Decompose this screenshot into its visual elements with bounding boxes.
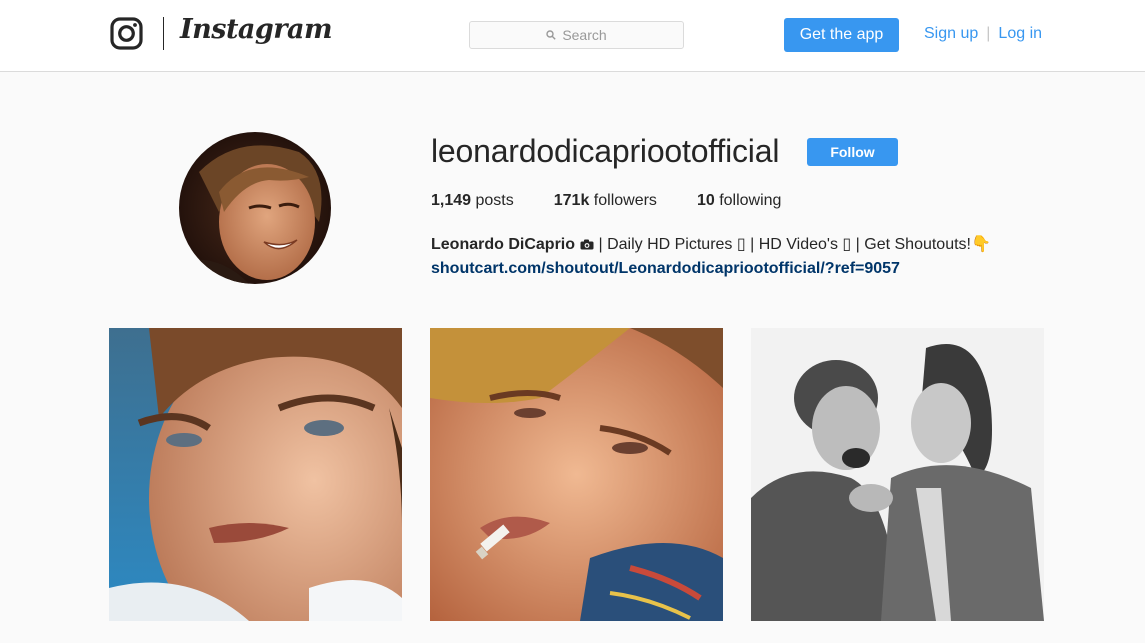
- log-in-link[interactable]: Log in: [998, 25, 1042, 43]
- following-label: following: [719, 192, 782, 209]
- profile-bio: Leonardo DiCaprio | Daily HD Pictures ▯ …: [431, 233, 991, 281]
- post-thumbnail-2[interactable]: [430, 328, 723, 621]
- get-the-app-button[interactable]: Get the app: [784, 18, 899, 52]
- camera-emoji-icon: [580, 239, 594, 250]
- followers-count: 171k: [553, 192, 590, 209]
- auth-links: Sign up | Log in: [924, 25, 1042, 43]
- sign-up-link[interactable]: Sign up: [924, 25, 978, 43]
- follow-button[interactable]: Follow: [807, 138, 898, 166]
- instagram-camera-icon[interactable]: [110, 17, 143, 50]
- search-placeholder: Search: [562, 27, 607, 43]
- posts-label: posts: [475, 192, 514, 209]
- auth-separator: |: [986, 25, 991, 42]
- followers-label: followers: [593, 192, 657, 209]
- following-count: 10: [696, 192, 715, 209]
- search-icon: [546, 30, 557, 40]
- profile-username: leonardodicapriootofficial: [431, 133, 780, 169]
- search-input[interactable]: Search: [469, 21, 684, 49]
- profile-avatar: [179, 132, 331, 284]
- instagram-wordmark[interactable]: Instagram: [180, 14, 333, 45]
- top-navigation-bar: Instagram Search Get the app Sign up | L…: [0, 0, 1145, 72]
- profile-stats: 1,149 posts 171k followers 10 following: [431, 192, 821, 210]
- profile-full-name: Leonardo DiCaprio: [431, 236, 576, 253]
- following-stat[interactable]: 10 following: [697, 192, 782, 210]
- posts-count: 1,149: [431, 192, 472, 209]
- logo-divider: [163, 17, 164, 50]
- profile-bio-text: | Daily HD Pictures ▯ | HD Video's ▯ | G…: [594, 236, 991, 253]
- post-thumbnail-1[interactable]: [109, 328, 402, 621]
- followers-stat[interactable]: 171k followers: [554, 192, 657, 210]
- posts-stat: 1,149 posts: [431, 192, 514, 210]
- post-thumbnail-3[interactable]: [751, 328, 1044, 621]
- profile-website-link[interactable]: shoutcart.com/shoutout/Leonardodicaprioo…: [431, 257, 991, 281]
